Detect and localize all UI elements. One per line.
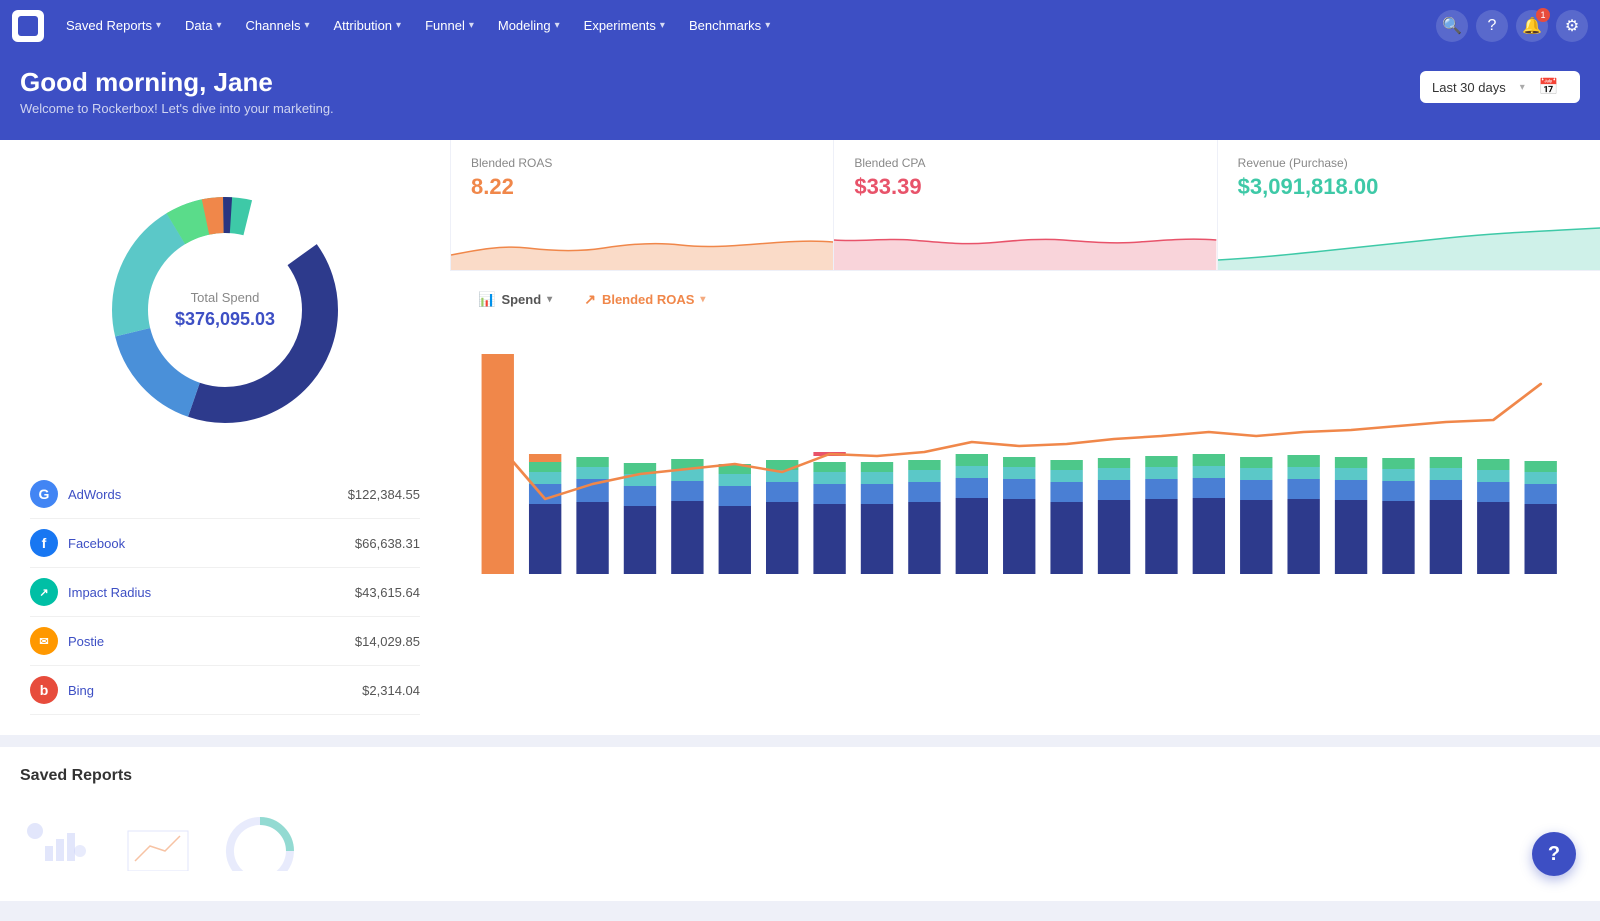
kpi-value: $33.39 <box>854 174 1196 200</box>
nav-item-attribution[interactable]: Attribution ▾ <box>324 12 412 39</box>
donut-chart: Total Spend $376,095.03 <box>95 180 355 440</box>
nav-logo <box>12 10 44 42</box>
kpi-card-cpa: Blended CPA $33.39 <box>833 140 1216 270</box>
saved-reports-preview <box>20 801 1580 881</box>
chevron-down-icon: ▾ <box>156 20 161 31</box>
navbar: Saved Reports ▾ Data ▾ Channels ▾ Attrib… <box>0 0 1600 51</box>
list-item[interactable]: ✉ Postie $14,029.85 <box>30 617 420 666</box>
channel-name: Bing <box>68 683 352 698</box>
notification-button[interactable]: 🔔 1 <box>1516 10 1548 42</box>
settings-button[interactable]: ⚙ <box>1556 10 1588 42</box>
date-range-selector[interactable]: Last 30 days ▾ 📅 <box>1420 71 1580 103</box>
preview-chart-3 <box>220 811 300 871</box>
list-item[interactable]: f Facebook $66,638.31 <box>30 519 420 568</box>
calendar-icon: 📅 <box>1539 77 1559 97</box>
donut-center-label: Total Spend <box>175 290 275 305</box>
donut-center-value: $376,095.03 <box>175 309 275 330</box>
channel-name: Facebook <box>68 536 345 551</box>
channel-amount: $2,314.04 <box>362 683 420 698</box>
kpi-title: Blended CPA <box>854 156 1196 170</box>
date-range-label: Last 30 days <box>1432 80 1506 95</box>
nav-item-data[interactable]: Data ▾ <box>175 12 232 39</box>
channel-amount: $43,615.64 <box>355 585 420 600</box>
revenue-mini-chart <box>1218 210 1600 270</box>
facebook-icon: f <box>30 529 58 557</box>
cpa-mini-chart <box>834 210 1216 270</box>
preview-chart-1 <box>20 811 100 871</box>
channel-amount: $66,638.31 <box>355 536 420 551</box>
chevron-down-icon: ▾ <box>547 294 552 305</box>
nav-item-channels[interactable]: Channels ▾ <box>236 12 320 39</box>
line-chart-icon: ↗ <box>584 291 596 308</box>
chevron-down-icon: ▾ <box>304 20 309 31</box>
bar-chart-icon: 📊 <box>478 291 495 308</box>
kpi-cards-row: Blended ROAS 8.22 Blended CPA $33.39 <box>450 140 1600 270</box>
preview-chart-2 <box>120 811 200 871</box>
channel-amount: $14,029.85 <box>355 634 420 649</box>
help-button[interactable]: ? <box>1532 832 1576 876</box>
saved-reports-title: Saved Reports <box>20 767 1580 785</box>
kpi-value: $3,091,818.00 <box>1238 174 1580 200</box>
chevron-down-icon: ▾ <box>469 20 474 31</box>
chevron-down-icon: ▾ <box>396 20 401 31</box>
search-button[interactable]: 🔍 <box>1436 10 1468 42</box>
channel-list: G AdWords $122,384.55 f Facebook $66,638… <box>20 470 430 715</box>
nav-item-funnel[interactable]: Funnel ▾ <box>415 12 484 39</box>
chart-controls: 📊 Spend ▾ ↗ Blended ROAS ▾ <box>470 287 1580 312</box>
bing-icon: b <box>30 676 58 704</box>
chart-section: 📊 Spend ▾ ↗ Blended ROAS ▾ <box>450 270 1600 735</box>
impact-radius-icon: ↗ <box>30 578 58 606</box>
roas-toggle[interactable]: ↗ Blended ROAS ▾ <box>576 287 713 312</box>
channel-name: Impact Radius <box>68 585 345 600</box>
spend-toggle[interactable]: 📊 Spend ▾ <box>470 287 560 312</box>
list-item[interactable]: G AdWords $122,384.55 <box>30 470 420 519</box>
chevron-down-icon: ▾ <box>555 20 560 31</box>
roas-mini-chart <box>451 210 833 270</box>
nav-item-experiments[interactable]: Experiments ▾ <box>574 12 675 39</box>
chevron-down-icon: ▾ <box>660 20 665 31</box>
nav-item-saved-reports[interactable]: Saved Reports ▾ <box>56 12 171 39</box>
kpi-card-revenue: Revenue (Purchase) $3,091,818.00 <box>1217 140 1600 270</box>
channel-name: AdWords <box>68 487 338 502</box>
page-subtitle: Welcome to Rockerbox! Let's dive into yo… <box>20 101 334 116</box>
adwords-icon: G <box>30 480 58 508</box>
notification-badge: 1 <box>1536 8 1550 22</box>
bar-chart-area <box>470 324 1580 624</box>
list-item[interactable]: b Bing $2,314.04 <box>30 666 420 715</box>
page-header: Good morning, Jane Welcome to Rockerbox!… <box>0 51 1600 140</box>
kpi-card-roas: Blended ROAS 8.22 <box>450 140 833 270</box>
chevron-down-icon: ▾ <box>700 294 705 305</box>
channel-name: Postie <box>68 634 345 649</box>
postie-icon: ✉ <box>30 627 58 655</box>
list-item[interactable]: ↗ Impact Radius $43,615.64 <box>30 568 420 617</box>
channel-amount: $122,384.55 <box>348 487 420 502</box>
nav-item-benchmarks[interactable]: Benchmarks ▾ <box>679 12 780 39</box>
donut-card: Total Spend $376,095.03 G AdWords $122,3… <box>0 140 450 735</box>
chevron-down-icon: ▾ <box>217 20 222 31</box>
page-title: Good morning, Jane <box>20 67 334 98</box>
saved-reports-section: Saved Reports <box>0 747 1600 901</box>
chevron-down-icon: ▾ <box>765 20 770 31</box>
nav-item-modeling[interactable]: Modeling ▾ <box>488 12 570 39</box>
kpi-title: Blended ROAS <box>471 156 813 170</box>
kpi-title: Revenue (Purchase) <box>1238 156 1580 170</box>
kpi-value: 8.22 <box>471 174 813 200</box>
help-icon-button[interactable]: ? <box>1476 10 1508 42</box>
